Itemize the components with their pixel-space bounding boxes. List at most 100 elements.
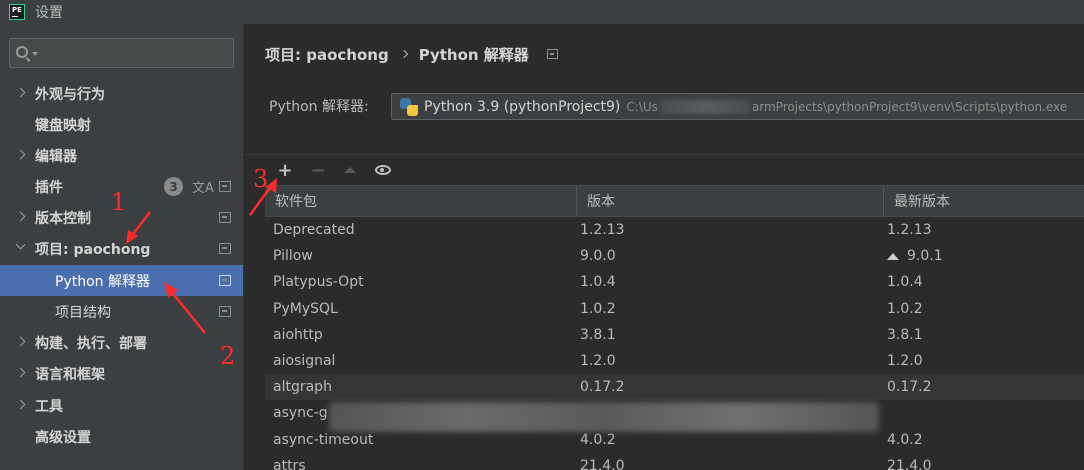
package-name-cell: aiohttp: [273, 326, 323, 343]
breadcrumb-project[interactable]: 项目: paochong: [265, 44, 389, 65]
breadcrumb-page: Python 解释器: [418, 45, 529, 64]
package-version-cell: 3.8.1: [580, 326, 616, 343]
sidebar-item-python-interpreter[interactable]: Python 解释器: [0, 265, 243, 296]
table-row[interactable]: aiosignal 1.2.0 1.2.0: [265, 348, 1084, 374]
package-latest-version-cell: 21.4.0: [879, 453, 1084, 470]
chevron-down-icon[interactable]: [32, 52, 38, 56]
project-scope-icon: [219, 275, 231, 286]
updates-badge: 3: [164, 177, 183, 196]
sidebar-item-build-execution-deployment[interactable]: 构建、执行、部署: [0, 327, 243, 358]
sidebar-item-appearance[interactable]: 外观与行为: [0, 78, 243, 109]
chevron-right-icon[interactable]: [15, 149, 26, 160]
package-latest-version-cell: 0.17.2: [879, 374, 1084, 400]
package-latest-version-cell: 1.2.13: [879, 217, 1084, 243]
table-row[interactable]: aiohttp 3.8.1 3.8.1: [265, 322, 1084, 348]
interpreter-select[interactable]: Python 3.9 (pythonProject9) C:\Us armPro…: [391, 93, 1084, 120]
upgrade-package-button[interactable]: [340, 160, 360, 180]
project-scope-icon: [219, 181, 231, 192]
sidebar-item-project-structure[interactable]: 项目结构: [0, 296, 243, 327]
package-version-cell: 1.0.2: [580, 300, 616, 317]
annotation-number-1: 1: [111, 188, 127, 216]
package-latest-version-cell: 9.0.1: [879, 243, 1084, 269]
table-row[interactable]: Pillow 9.0.0 9.0.1: [265, 243, 1084, 269]
latest-version-text: 1.2.0: [887, 352, 923, 369]
interpreter-name: Python 3.9 (pythonProject9): [424, 98, 621, 115]
interpreter-path-prefix: C:\Us: [626, 99, 658, 114]
column-header-package[interactable]: 软件包: [265, 186, 577, 216]
settings-search-input[interactable]: [9, 38, 234, 68]
project-scope-icon: [219, 212, 231, 223]
interpreter-path-suffix: armProjects\pythonProject9\venv\Scripts\…: [751, 99, 1068, 114]
annotation-number-2: 2: [220, 342, 236, 370]
sidebar-item-languages-frameworks[interactable]: 语言和框架: [0, 358, 243, 389]
table-row[interactable]: attrs 21.4.0 21.4.0: [265, 453, 1084, 470]
eye-icon: [375, 165, 391, 175]
python-icon: [400, 97, 418, 116]
table-body: Deprecated 1.2.13 1.2.13 Pillow 9.0.0 9.0.1 Pl…: [265, 217, 1084, 470]
table-header: 软件包 版本 最新版本: [265, 185, 1084, 217]
package-version-cell: 21.4.0: [580, 457, 625, 470]
package-latest-version-cell: 4.0.2: [879, 427, 1084, 453]
add-package-button[interactable]: +: [275, 160, 295, 181]
sidebar-item-project[interactable]: 项目: paochong: [0, 233, 243, 264]
latest-version-text: 4.0.2: [887, 431, 923, 448]
arrow-up-icon: [344, 167, 356, 173]
latest-version-text: 1.2.13: [887, 222, 932, 238]
chevron-right-icon[interactable]: [15, 399, 26, 410]
project-scope-icon: [546, 49, 558, 59]
package-latest-version-cell: 3.8.1: [879, 322, 1084, 348]
package-name-cell: aiosignal: [273, 352, 336, 369]
title-bar: PE 设置: [0, 0, 1084, 24]
sidebar-item-advanced-settings[interactable]: 高级设置: [0, 421, 243, 452]
breadcrumb: 项目: paochong Python 解释器: [265, 44, 558, 64]
chevron-right-icon[interactable]: [15, 211, 26, 222]
package-name-cell: altgraph: [273, 379, 332, 396]
column-header-version[interactable]: 版本: [577, 186, 884, 216]
package-version-cell: 9.0.0: [580, 248, 616, 265]
sidebar-item-tools[interactable]: 工具: [0, 390, 243, 421]
chevron-right-icon: [399, 49, 408, 59]
package-version-cell: 1.2.13: [580, 222, 625, 238]
package-name-cell: Platypus-Opt: [273, 274, 364, 291]
package-latest-version-cell: [879, 400, 1084, 426]
window-title: 设置: [35, 5, 63, 21]
latest-version-text: 1.0.4: [887, 274, 923, 291]
package-name-cell: attrs: [273, 457, 306, 470]
pycharm-logo-icon: PE: [9, 4, 25, 20]
latest-version-text: 1.0.2: [887, 300, 923, 317]
latest-version-text: 21.4.0: [887, 457, 932, 470]
settings-content: 项目: paochong Python 解释器 Python 解释器: Pyth…: [245, 24, 1084, 470]
package-name-cell: Pillow: [273, 248, 313, 265]
show-early-releases-button[interactable]: [373, 160, 393, 180]
package-latest-version-cell: 1.2.0: [879, 348, 1084, 374]
latest-version-text: 0.17.2: [887, 379, 932, 396]
packages-toolbar: + −: [245, 155, 1084, 185]
interpreter-label: Python 解释器:: [269, 99, 369, 115]
chevron-right-icon[interactable]: [15, 87, 26, 98]
remove-package-button[interactable]: −: [308, 160, 328, 181]
redacted-overlay: [329, 402, 879, 432]
package-version-cell: 1.0.4: [580, 274, 616, 291]
package-version-cell: 0.17.2: [580, 379, 625, 396]
chevron-down-icon[interactable]: [15, 239, 26, 250]
chevron-right-icon[interactable]: [15, 336, 26, 347]
search-icon: [16, 46, 28, 58]
column-header-latest-version[interactable]: 最新版本: [884, 186, 1084, 216]
translate-icon: 文A: [192, 181, 214, 196]
table-row[interactable]: Deprecated 1.2.13 1.2.13: [265, 217, 1084, 243]
annotation-number-3: 3: [253, 165, 269, 193]
table-row[interactable]: PyMySQL 1.0.2 1.0.2: [265, 296, 1084, 322]
latest-version-text: 9.0.1: [907, 248, 943, 265]
sidebar-item-keymap[interactable]: 键盘映射: [0, 109, 243, 140]
chevron-right-icon[interactable]: [15, 367, 26, 378]
table-row[interactable]: altgraph 0.17.2 0.17.2: [265, 374, 1084, 401]
settings-sidebar: 外观与行为 键盘映射 编辑器 插件 3 文A 版本控制 项目: paochong…: [0, 24, 244, 470]
table-row[interactable]: Platypus-Opt 1.0.4 1.0.4: [265, 269, 1084, 295]
redacted-path: [659, 99, 750, 114]
project-scope-icon: [219, 306, 231, 317]
package-latest-version-cell: 1.0.2: [879, 296, 1084, 322]
package-latest-version-cell: 1.0.4: [879, 269, 1084, 295]
sidebar-item-editor[interactable]: 编辑器: [0, 140, 243, 171]
latest-version-text: 3.8.1: [887, 326, 923, 343]
package-name-cell: PyMySQL: [273, 300, 338, 317]
